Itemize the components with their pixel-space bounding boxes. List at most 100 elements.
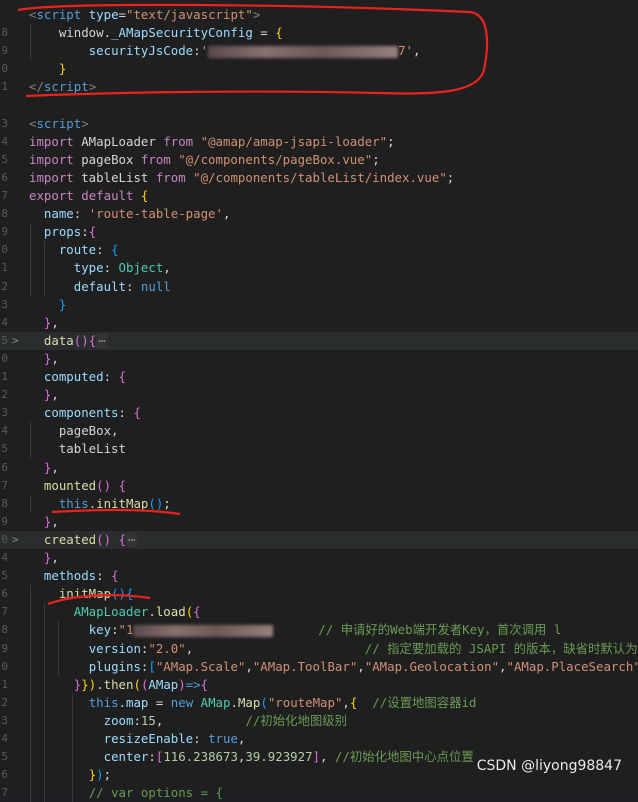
code-line[interactable]: 1 </script> bbox=[0, 78, 638, 96]
code-line[interactable]: 6 }, bbox=[0, 459, 638, 477]
token: "AMap.Geolocation" bbox=[365, 659, 499, 674]
token: Map bbox=[238, 695, 260, 710]
code-line[interactable]: 2 default: null bbox=[0, 278, 638, 296]
code-line[interactable]: 9 props:{ bbox=[0, 223, 638, 241]
token: = bbox=[148, 695, 170, 710]
code-text: }, bbox=[29, 459, 59, 477]
line-number: 7 bbox=[0, 187, 8, 205]
token: } bbox=[59, 297, 66, 312]
token: ( bbox=[260, 695, 267, 710]
code-line[interactable]: 4 pageBox, bbox=[0, 422, 638, 440]
code-line[interactable]: 8 key:"1 // 申请好的Web端开发者Key，首次调用 l bbox=[0, 621, 638, 639]
line-number: 2 bbox=[0, 694, 8, 712]
folded-region-ellipsis[interactable]: ⋯ bbox=[126, 532, 137, 547]
token: . bbox=[96, 677, 103, 692]
code-line[interactable]: 7 mounted() { bbox=[0, 477, 638, 495]
token: () bbox=[74, 333, 89, 348]
code-line[interactable]: 1 }}).then((AMap)=>{ bbox=[0, 676, 638, 694]
token: "@/components/pageBox.vue" bbox=[178, 152, 372, 167]
line-number: 8 bbox=[0, 621, 8, 639]
code-line[interactable] bbox=[0, 97, 638, 115]
code-line[interactable]: 8 this.initMap(); bbox=[0, 495, 638, 513]
code-line[interactable]: 1 computed: { bbox=[0, 368, 638, 386]
token: : bbox=[74, 206, 89, 221]
token: //初始化地图级别 bbox=[245, 713, 347, 728]
line-number: 9 bbox=[0, 513, 8, 531]
code-line[interactable]: 1 type: Object, bbox=[0, 259, 638, 277]
code-line[interactable]: 3 components: { bbox=[0, 404, 638, 422]
code-text: components: { bbox=[29, 404, 141, 422]
token: "@amap/amap-jsapi-loader" bbox=[201, 134, 388, 149]
code-text: }}).then((AMap)=>{ bbox=[29, 676, 208, 694]
code-line[interactable]: 2 }, bbox=[0, 386, 638, 404]
code-line[interactable]: 7 // var options = { bbox=[0, 784, 638, 802]
token: new bbox=[171, 695, 193, 710]
token: resizeEnable bbox=[104, 731, 194, 746]
code-line[interactable]: 3 zoom:15, //初始化地图级别 bbox=[0, 712, 638, 730]
code-line[interactable]: 8 name: 'route-table-page', bbox=[0, 205, 638, 223]
code-line[interactable]: <script type="text/javascript"> bbox=[0, 6, 638, 24]
token: script bbox=[44, 79, 89, 94]
token: then bbox=[104, 677, 134, 692]
token: route bbox=[59, 242, 96, 257]
code-line[interactable]: 7 AMapLoader.load({ bbox=[0, 603, 638, 621]
code-line[interactable]: 0 plugins:["AMap.Scale","AMap.ToolBar","… bbox=[0, 658, 638, 676]
code-line[interactable]: 0 } bbox=[0, 60, 638, 78]
token bbox=[29, 460, 44, 475]
code-line[interactable]: 0 route: { bbox=[0, 241, 638, 259]
token: type bbox=[74, 260, 104, 275]
fold-chevron-icon[interactable]: > bbox=[12, 531, 22, 549]
code-line[interactable]: 0> created() {⋯ bbox=[0, 531, 638, 549]
code-line[interactable]: 3 } bbox=[0, 296, 638, 314]
line-number: 4 bbox=[0, 133, 8, 151]
token: ; bbox=[387, 134, 394, 149]
token bbox=[193, 134, 200, 149]
line-number: 3 bbox=[0, 296, 8, 314]
code-line[interactable]: 9 version:"2.0", // 指定要加载的 JSAPI 的版本，缺省时… bbox=[0, 640, 638, 658]
token: ] bbox=[313, 749, 320, 764]
code-text: version:"2.0", // 指定要加载的 JSAPI 的版本，缺省时默认… bbox=[29, 640, 638, 658]
indent-guide bbox=[30, 223, 31, 295]
folded-region-ellipsis[interactable]: ⋯ bbox=[96, 333, 107, 348]
code-line[interactable]: 4 resizeEnable: true, bbox=[0, 730, 638, 748]
code-line[interactable]: 4 }, bbox=[0, 549, 638, 567]
token: initMap bbox=[96, 496, 148, 511]
token bbox=[29, 279, 74, 294]
code-line[interactable]: 4 import AMapLoader from "@amap/amap-jsap… bbox=[0, 133, 638, 151]
code-line[interactable]: 6import tableList from "@/components/tab… bbox=[0, 169, 638, 187]
code-line[interactable]: 8 window._AMapSecurityConfig = { bbox=[0, 24, 638, 42]
fold-chevron-icon[interactable]: > bbox=[12, 332, 22, 350]
token: ) bbox=[178, 677, 185, 692]
token bbox=[29, 297, 59, 312]
token bbox=[29, 43, 89, 58]
redacted-key bbox=[133, 625, 273, 637]
token: } bbox=[59, 61, 66, 76]
code-text: created() {⋯ bbox=[29, 531, 137, 549]
token: AMapLoader bbox=[74, 604, 149, 619]
token: this bbox=[89, 695, 119, 710]
token: load bbox=[156, 604, 186, 619]
code-line[interactable]: 6 initMap(){ bbox=[0, 585, 638, 603]
token bbox=[29, 568, 44, 583]
line-number: 2 bbox=[0, 386, 8, 404]
code-line[interactable]: 2 this.map = new AMap.Map("routeMap",{ /… bbox=[0, 694, 638, 712]
token: securityJsCode bbox=[89, 43, 193, 58]
code-line[interactable]: 3<script> bbox=[0, 115, 638, 133]
token bbox=[29, 731, 104, 746]
code-editor[interactable]: <script type="text/javascript">8 window.… bbox=[0, 0, 638, 789]
code-text: import AMapLoader from "@amap/amap-jsapi… bbox=[29, 133, 395, 151]
code-line[interactable]: 9 securityJsCode:'7', bbox=[0, 42, 638, 60]
code-line[interactable]: 7export default { bbox=[0, 187, 638, 205]
code-line[interactable]: 0 }, bbox=[0, 350, 638, 368]
code-line[interactable]: 5import pageBox from "@/components/pageB… bbox=[0, 151, 638, 169]
token: props bbox=[44, 224, 81, 239]
token: { bbox=[193, 604, 200, 619]
token: : bbox=[119, 405, 134, 420]
code-line[interactable]: 5 tableList bbox=[0, 440, 638, 458]
code-line[interactable]: 9 }, bbox=[0, 513, 638, 531]
code-text: </script> bbox=[29, 78, 96, 96]
code-line[interactable]: 5 methods: { bbox=[0, 567, 638, 585]
line-number: 1 bbox=[0, 78, 8, 96]
code-line[interactable]: 5> data(){⋯ bbox=[0, 332, 638, 350]
code-line[interactable]: 4 }, bbox=[0, 314, 638, 332]
